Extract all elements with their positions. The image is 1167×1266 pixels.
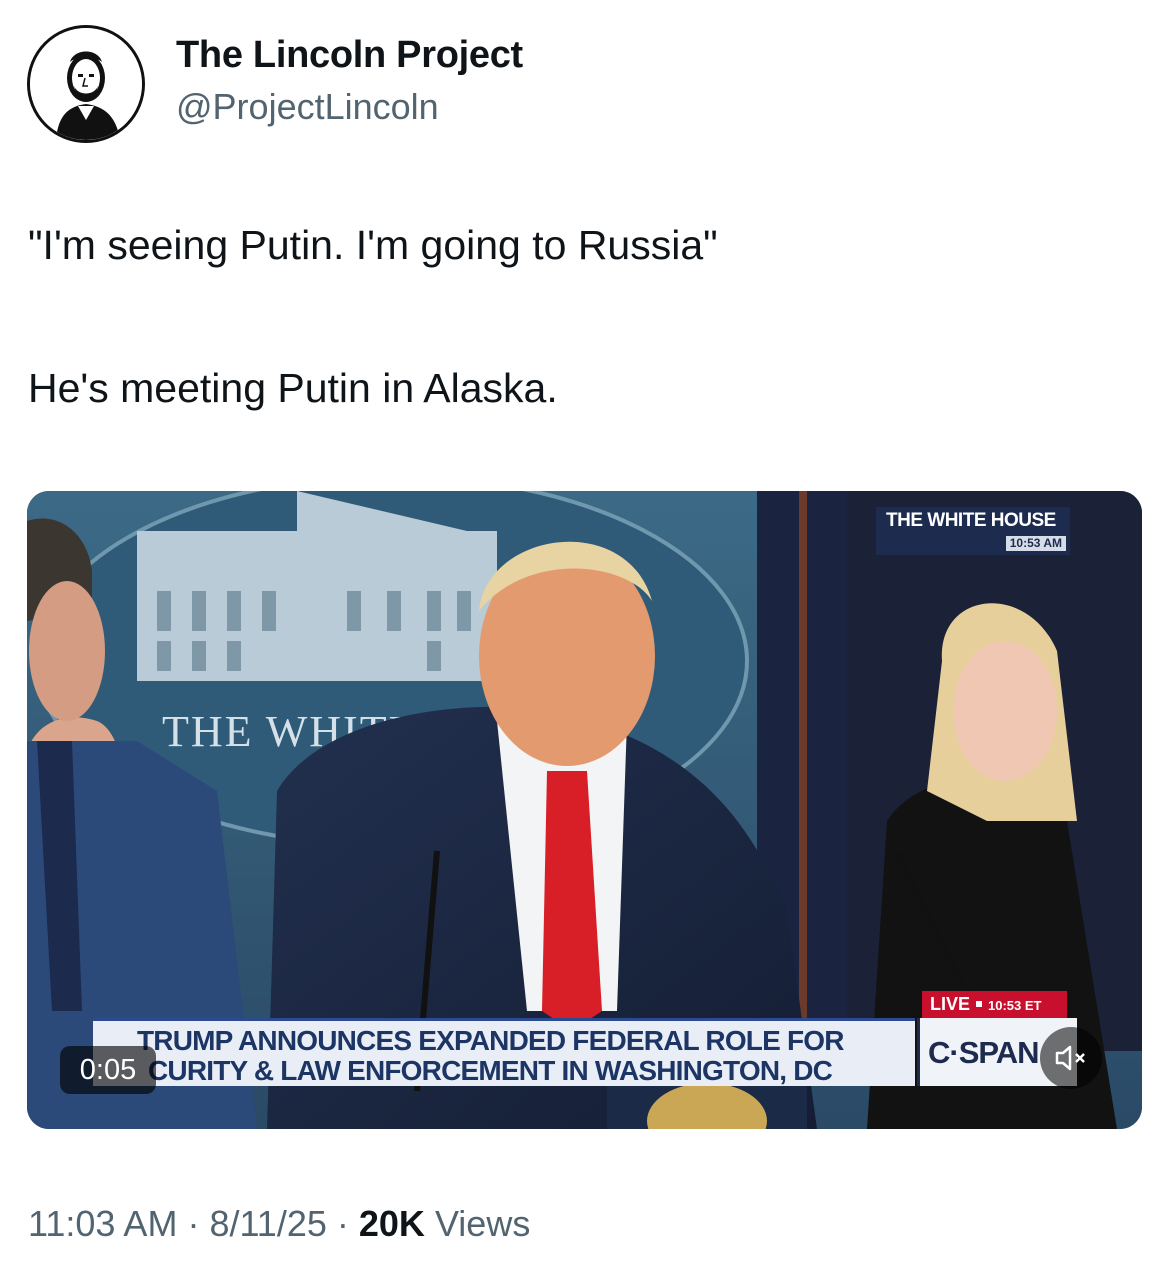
- tweet-date[interactable]: 8/11/25: [209, 1203, 326, 1244]
- muted-speaker-icon: [1055, 1045, 1085, 1071]
- tweet-time[interactable]: 11:03 AM: [28, 1203, 177, 1244]
- live-label: LIVE: [930, 994, 971, 1014]
- tweet-text-line-2: He's meeting Putin in Alaska.: [28, 365, 558, 411]
- video-player[interactable]: THE WHITE THE WHITE HOUSE 10:53 AM LIVE …: [27, 491, 1142, 1129]
- video-elapsed-time: 0:05: [60, 1046, 156, 1094]
- headline-line-2: CURITY & LAW ENFORCEMENT IN WASHINGTON, …: [148, 1055, 833, 1086]
- top-bug-time: 10:53 AM: [1005, 536, 1066, 551]
- network-logo-text: C·SPAN: [928, 1035, 1040, 1070]
- lincoln-portrait-icon: [30, 28, 142, 140]
- live-time: 10:53 ET: [988, 998, 1042, 1013]
- live-dot: [976, 1000, 983, 1007]
- live-badge: LIVE 10:53 ET: [922, 991, 1067, 1018]
- author-handle[interactable]: @ProjectLincoln: [176, 86, 439, 128]
- mute-button[interactable]: [1040, 1027, 1102, 1089]
- tweet-text-line-1: "I'm seeing Putin. I'm going to Russia": [28, 222, 718, 268]
- network-top-bug: THE WHITE HOUSE 10:53 AM: [876, 507, 1070, 555]
- meta-separator: ·: [177, 1203, 210, 1244]
- tweet-meta: 11:03 AM · 8/11/25 · 20K Views: [28, 1203, 530, 1245]
- author-display-name[interactable]: The Lincoln Project: [176, 34, 523, 77]
- author-avatar[interactable]: [27, 25, 145, 143]
- meta-separator: ·: [326, 1203, 359, 1244]
- lower-third-headline: TRUMP ANNOUNCES EXPANDED FEDERAL ROLE FO…: [93, 1018, 915, 1086]
- views-count: 20K: [358, 1203, 425, 1244]
- top-bug-label: THE WHITE HOUSE: [886, 510, 1056, 531]
- views-label: Views: [424, 1203, 531, 1244]
- headline-line-1: TRUMP ANNOUNCES EXPANDED FEDERAL ROLE FO…: [137, 1025, 844, 1056]
